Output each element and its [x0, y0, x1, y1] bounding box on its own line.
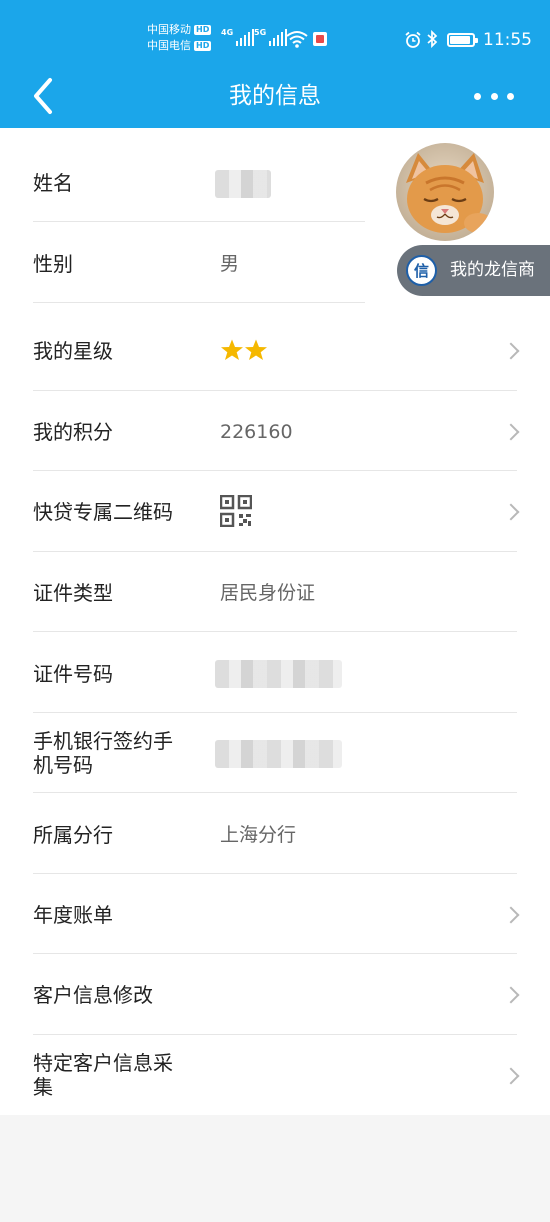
obscured-name-value: [215, 170, 271, 198]
star-rating: [220, 338, 268, 362]
wifi-icon: [286, 31, 308, 48]
row-star-level[interactable]: 我的星级: [0, 303, 550, 391]
my-longxinshang-button[interactable]: 信 我的龙信商: [397, 245, 550, 296]
reader-app-icon: [313, 32, 327, 46]
row-label-line: 特定客户信息采: [33, 1051, 173, 1075]
row-loan-qr-code[interactable]: 快贷专属二维码: [0, 471, 550, 552]
row-branch: 所属分行 上海分行: [0, 793, 550, 874]
float-button-label: 我的龙信商: [450, 260, 535, 280]
row-label: 我的星级: [33, 339, 113, 363]
row-label: 客户信息修改: [33, 983, 153, 1007]
row-label: 性别: [33, 252, 73, 276]
row-label: 姓名: [33, 171, 73, 195]
row-label: 年度账单: [33, 903, 113, 927]
row-label: 证件号码: [33, 662, 113, 686]
hd-badge: HD: [194, 25, 212, 35]
row-label-line: 机号码: [33, 753, 93, 777]
status-time: 11:55: [483, 30, 532, 50]
row-value: 居民身份证: [220, 582, 316, 604]
obscured-id-number: [215, 660, 342, 688]
row-label: 手机银行签约手 机号码: [33, 729, 173, 777]
row-label: 特定客户信息采 集: [33, 1051, 173, 1099]
app-header: 中国移动 HD 中国电信 HD 4G 5G 11:55 我的信息: [0, 0, 550, 128]
alarm-icon: [405, 31, 421, 48]
avatar[interactable]: [396, 143, 494, 241]
signal-icon: 4G: [221, 28, 255, 46]
row-points[interactable]: 我的积分 226160: [0, 391, 550, 471]
row-label: 证件类型: [33, 581, 113, 605]
row-label: 我的积分: [33, 420, 113, 444]
row-id-type: 证件类型 居民身份证: [0, 552, 550, 632]
qr-code-icon: [220, 495, 252, 527]
row-id-number: 证件号码: [0, 632, 550, 713]
row-label-line: 集: [33, 1075, 53, 1099]
row-value: 男: [220, 253, 240, 275]
longxinshang-logo-icon: 信: [406, 255, 437, 286]
chevron-right-icon: [502, 986, 520, 1004]
row-annual-bill[interactable]: 年度账单: [0, 874, 550, 954]
obscured-phone-number: [215, 740, 342, 768]
row-value: 226160: [220, 421, 293, 443]
carrier-info: 中国移动 HD 中国电信 HD: [147, 22, 212, 54]
row-label-line: 手机银行签约手: [33, 729, 173, 753]
page-title: 我的信息: [229, 83, 321, 109]
network-type-2: 5G: [254, 28, 267, 37]
bluetooth-icon: [427, 30, 438, 48]
row-signed-phone: 手机银行签约手 机号码: [0, 713, 550, 793]
star-icon: [245, 339, 267, 360]
carrier-2: 中国电信: [147, 39, 191, 52]
hd-badge: HD: [194, 41, 212, 51]
row-edit-customer-info[interactable]: 客户信息修改: [0, 954, 550, 1035]
star-icon: [221, 339, 243, 360]
chevron-right-icon: [502, 906, 520, 924]
more-dots-icon: [474, 92, 481, 100]
status-bar: 中国移动 HD 中国电信 HD 4G 5G 11:55: [0, 0, 550, 62]
more-options-button[interactable]: [474, 86, 514, 106]
signal-icon: 5G: [254, 28, 288, 46]
chevron-right-icon: [502, 342, 520, 360]
battery-icon: [447, 33, 478, 47]
chevron-right-icon: [502, 423, 520, 441]
row-value: 上海分行: [220, 824, 297, 846]
chevron-right-icon: [502, 503, 520, 521]
cat-avatar: [396, 143, 494, 241]
row-label: 所属分行: [33, 823, 113, 847]
row-label: 快贷专属二维码: [33, 500, 173, 524]
network-type-1: 4G: [221, 28, 234, 37]
carrier-1: 中国移动: [147, 23, 191, 36]
row-specific-info-collection[interactable]: 特定客户信息采 集: [0, 1035, 550, 1115]
logo-glyph: 信: [413, 262, 429, 280]
chevron-right-icon: [502, 1067, 520, 1085]
